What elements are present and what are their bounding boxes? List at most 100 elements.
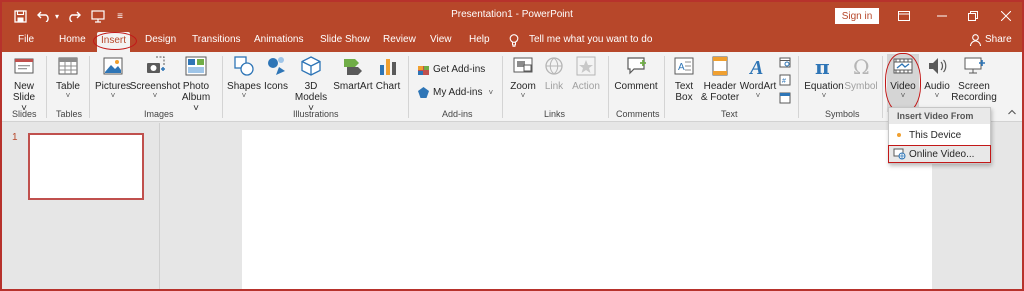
link-label: Link <box>544 81 564 92</box>
lightbulb-icon <box>509 34 519 50</box>
tab-insert[interactable]: Insert <box>97 32 131 52</box>
screen-recording-button[interactable]: Screen Recording <box>951 54 997 103</box>
tab-view[interactable]: View <box>430 34 452 50</box>
photo-album-label-2: Album ˅ <box>181 92 211 114</box>
save-icon[interactable] <box>12 6 28 26</box>
table-caret: ˅ <box>65 91 71 100</box>
equation-caret: ˅ <box>821 91 827 100</box>
new-slide-button[interactable]: New Slide ˅ <box>10 54 38 114</box>
group-separator <box>798 56 799 118</box>
tab-file[interactable]: File <box>18 34 34 50</box>
icons-button[interactable]: Icons <box>263 54 289 92</box>
photo-album-button[interactable]: Photo Album ˅ <box>180 54 212 114</box>
equation-button[interactable]: π Equation ˅ <box>804 54 844 100</box>
photo-album-icon <box>184 54 208 78</box>
minimize-icon[interactable] <box>934 8 950 24</box>
tell-me-search[interactable]: Tell me what you want to do <box>529 34 652 50</box>
comment-label: Comment <box>614 81 658 92</box>
group-label-illustrations: Illustrations <box>293 109 339 119</box>
chart-icon <box>376 54 400 78</box>
audio-button[interactable]: Audio ˅ <box>922 54 952 100</box>
pi-icon: π <box>812 54 836 78</box>
wordart-icon: A <box>746 54 770 78</box>
chart-label: Chart <box>375 81 401 92</box>
group-separator <box>222 56 223 118</box>
menu-item-label: Online Video... <box>909 148 975 160</box>
group-separator <box>46 56 47 118</box>
group-separator <box>408 56 409 118</box>
undo-icon[interactable] <box>36 6 52 26</box>
collapse-ribbon-icon[interactable] <box>1008 109 1016 115</box>
slide-number-button[interactable]: # <box>778 73 795 87</box>
cube-icon <box>299 54 323 78</box>
3d-models-label-1: 3D <box>304 81 318 92</box>
shapes-button[interactable]: Shapes ˅ <box>227 54 261 100</box>
zoom-icon <box>511 54 535 78</box>
group-label-slides: Slides <box>12 109 37 119</box>
video-button[interactable]: Video ˅ <box>887 54 919 100</box>
slide-thumbnail-pane: 1 <box>2 123 160 289</box>
action-icon <box>574 54 598 78</box>
symbol-button[interactable]: Ω Symbol <box>844 54 878 92</box>
tab-home[interactable]: Home <box>59 34 86 50</box>
get-addins-button[interactable]: Get Add-ins <box>416 62 485 76</box>
screenshot-button[interactable]: Screenshot ˅ <box>130 54 180 100</box>
link-button[interactable]: Link <box>540 54 568 92</box>
customize-qat-icon[interactable]: ≡ <box>114 6 126 26</box>
header-footer-button[interactable]: Header & Footer <box>700 54 740 103</box>
comment-icon <box>624 54 648 78</box>
tab-animations[interactable]: Animations <box>254 34 303 50</box>
share-icon[interactable] <box>969 34 982 50</box>
text-box-button[interactable]: A Text Box <box>670 54 698 103</box>
header-footer-label-2: & Footer <box>700 92 740 103</box>
menu-item-online-video[interactable]: Online Video... <box>888 145 991 163</box>
tab-transitions[interactable]: Transitions <box>192 34 241 50</box>
text-box-icon: A <box>672 54 696 78</box>
menu-item-this-device[interactable]: This Device <box>889 127 990 143</box>
table-button[interactable]: Table ˅ <box>54 54 82 100</box>
icons-label: Icons <box>264 81 288 92</box>
slide-canvas[interactable] <box>242 130 932 289</box>
share-button[interactable]: Share <box>985 34 1012 50</box>
tab-slide-show[interactable]: Slide Show <box>320 34 370 50</box>
restore-icon[interactable] <box>965 8 981 24</box>
date-time-button[interactable] <box>778 55 795 69</box>
screenshot-icon <box>143 54 167 78</box>
start-from-beginning-icon[interactable] <box>90 6 106 26</box>
chart-button[interactable]: Chart <box>374 54 402 92</box>
text-box-label-2: Box <box>675 92 693 103</box>
slide-number-icon: # <box>778 73 792 87</box>
menu-header: Insert Video From <box>889 108 990 124</box>
svg-text:#: # <box>782 78 786 85</box>
close-icon[interactable] <box>998 8 1014 24</box>
object-button[interactable] <box>778 91 795 105</box>
photo-album-label-1: Photo <box>182 81 210 92</box>
sign-in-button[interactable]: Sign in <box>835 8 879 24</box>
tab-design[interactable]: Design <box>145 34 176 50</box>
undo-dropdown-icon[interactable]: ▾ <box>53 6 61 26</box>
3d-models-button[interactable]: 3D Models ˅ <box>292 54 330 114</box>
device-icon <box>889 127 909 143</box>
group-label-links: Links <box>544 109 566 119</box>
action-button[interactable]: Action <box>570 54 602 92</box>
smartart-button[interactable]: SmartArt <box>333 54 373 92</box>
svg-text:A: A <box>748 57 763 77</box>
my-addins-button[interactable]: My Add-ins ˅ <box>416 85 493 99</box>
zoom-button[interactable]: Zoom ˅ <box>508 54 538 100</box>
pictures-caret: ˅ <box>110 91 116 100</box>
svg-text:A: A <box>678 62 685 73</box>
slide-number: 1 <box>12 132 18 143</box>
get-addins-label: Get Add-ins <box>433 63 486 75</box>
header-footer-label-1: Header <box>703 81 737 92</box>
redo-icon[interactable] <box>66 6 82 26</box>
screenshot-caret: ˅ <box>152 91 158 100</box>
powerpoint-window: ▾ ≡ Presentation1 - PowerPoint Sign in F… <box>0 0 1024 291</box>
tab-review[interactable]: Review <box>383 34 416 50</box>
pictures-button[interactable]: Pictures ˅ <box>95 54 131 100</box>
comment-button[interactable]: Comment <box>612 54 660 92</box>
ribbon-display-options-icon[interactable] <box>896 8 912 24</box>
object-icon <box>778 91 792 105</box>
tab-help[interactable]: Help <box>469 34 490 50</box>
wordart-button[interactable]: A WordArt ˅ <box>740 54 777 100</box>
slide-thumbnail[interactable] <box>28 133 144 200</box>
